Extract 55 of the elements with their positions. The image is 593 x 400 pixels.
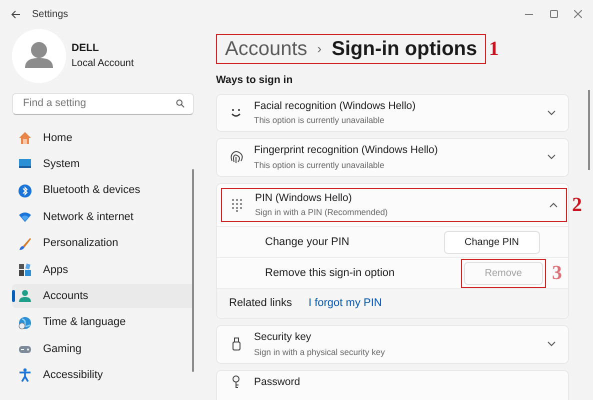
nav-item[interactable]: Apps [12,258,194,282]
nav-item[interactable]: Network & internet [12,205,194,230]
setting-label: Remove this sign-in option [265,266,395,281]
person-icon [18,289,32,304]
back-icon[interactable] [11,10,21,19]
close-icon[interactable] [574,10,582,18]
globe-clock-icon [18,316,32,330]
breadcrumb-separator: › [317,41,322,57]
nav-item[interactable]: System [12,152,194,176]
annotation-number: 1 [488,36,499,62]
annotation-number: 3 [552,261,562,286]
option-subtitle: Sign in with a PIN (Recommended) [255,206,388,220]
option-subtitle: This option is currently unavailable [254,158,386,172]
action-button[interactable]: Change PIN [444,230,540,254]
house-icon [18,130,32,145]
account-type: Local Account [72,57,134,72]
accessibility-icon [18,368,32,382]
brush-icon [18,236,32,250]
nav-item[interactable]: Time & language [12,310,194,335]
annotation-number: 2 [572,192,582,218]
minimize-icon[interactable] [525,14,533,15]
option-title: Security key [254,330,312,346]
option-subtitle: This option is currently unavailable [254,114,386,128]
nav-item[interactable]: Personalization [12,232,194,256]
page-title: Sign-in options [332,36,478,61]
breadcrumb-parent[interactable]: Accounts [225,36,308,61]
fingerprint-icon [229,150,243,164]
search-field[interactable]: Find a setting [12,92,194,115]
keypad-icon [230,198,244,212]
nav-item[interactable]: Bluetooth & devices [12,178,194,203]
chevron-icon[interactable] [547,341,556,348]
setting-label: Change your PIN [265,234,350,250]
option-subtitle: Sign in with a physical security key [254,346,385,359]
option-title: Password [254,374,300,390]
section-title: Ways to sign in [216,72,294,88]
nav-item[interactable]: Accounts [12,284,194,308]
option-title: PIN (Windows Hello) [255,190,353,206]
bluetooth-icon [18,184,32,198]
nav-item[interactable]: Accessibility [12,363,194,388]
nav-item[interactable]: Home [12,126,194,150]
chevron-icon[interactable] [547,110,556,116]
chevron-icon[interactable] [549,202,558,208]
user-name: DELL [72,40,100,56]
maximize-icon[interactable] [550,10,558,18]
apps-icon [18,262,32,277]
wifi-icon [18,210,32,224]
window-title: Settings [32,8,68,22]
chevron-icon[interactable] [547,154,556,160]
forgot-pin-link[interactable]: I forgot my PIN [308,295,382,312]
option-title: Fingerprint recognition (Windows Hello) [254,143,438,158]
nav-item[interactable]: Gaming [12,337,194,362]
search-icon[interactable] [176,99,185,108]
related-links-label: Related links [229,296,292,312]
option-title: Facial recognition (Windows Hello) [254,98,416,114]
search-input[interactable]: Find a setting [21,95,176,113]
